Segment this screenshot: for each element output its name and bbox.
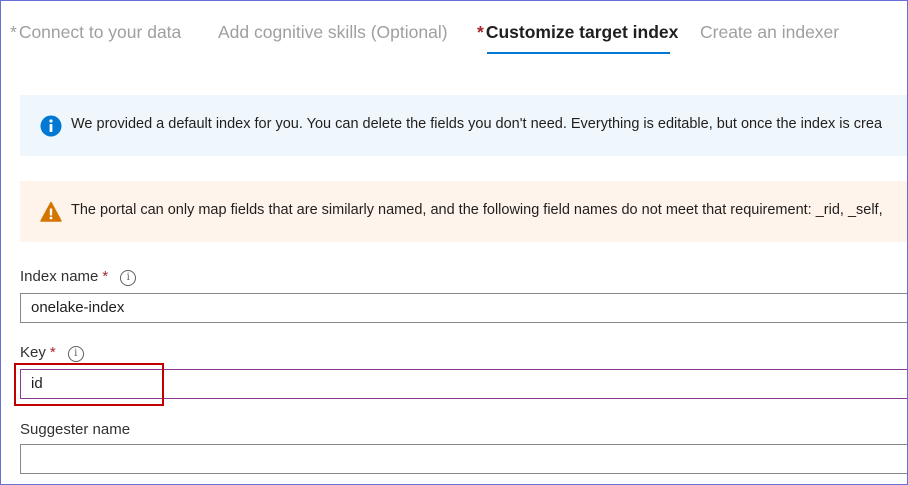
active-tab-indicator	[487, 52, 670, 54]
required-marker: *	[49, 344, 56, 361]
tab-label: Connect to your data	[18, 22, 182, 42]
tab-label: Add cognitive skills (Optional)	[218, 22, 448, 42]
required-marker: *	[10, 22, 17, 42]
key-label-text: Key	[20, 344, 46, 361]
key-label: Key * i	[20, 344, 84, 362]
warning-banner-text: The portal can only map fields that are …	[71, 202, 883, 218]
tab-connect-data[interactable]: * Connect to your data	[10, 22, 181, 43]
info-banner: We provided a default index for you. You…	[20, 95, 907, 156]
required-marker: *	[102, 268, 109, 285]
suggester-name-label-text: Suggester name	[20, 421, 131, 438]
tab-cognitive-skills[interactable]: Add cognitive skills (Optional)	[218, 22, 448, 43]
suggester-name-label: Suggester name	[20, 421, 130, 438]
tab-create-indexer[interactable]: Create an indexer	[700, 22, 839, 43]
index-name-label: Index name * i	[20, 268, 137, 286]
tab-label: Create an indexer	[700, 22, 840, 42]
index-name-label-text: Index name	[20, 268, 99, 285]
required-marker: *	[477, 22, 484, 42]
index-name-input[interactable]: onelake-index	[20, 293, 907, 323]
tab-customize-target-index[interactable]: * Customize target index	[477, 22, 678, 43]
info-banner-text: We provided a default index for you. You…	[71, 116, 883, 132]
key-highlight-annotation	[14, 363, 164, 406]
index-name-value: onelake-index	[31, 299, 125, 316]
info-icon[interactable]: i	[120, 270, 137, 286]
info-icon[interactable]: i	[67, 346, 84, 362]
suggester-name-input[interactable]	[20, 444, 907, 474]
warning-icon	[40, 201, 62, 222]
wizard-frame: * Connect to your data Add cognitive skil…	[0, 0, 908, 485]
info-icon	[40, 115, 62, 137]
tab-label: Customize target index	[485, 22, 679, 42]
warning-banner: The portal can only map fields that are …	[20, 181, 907, 242]
